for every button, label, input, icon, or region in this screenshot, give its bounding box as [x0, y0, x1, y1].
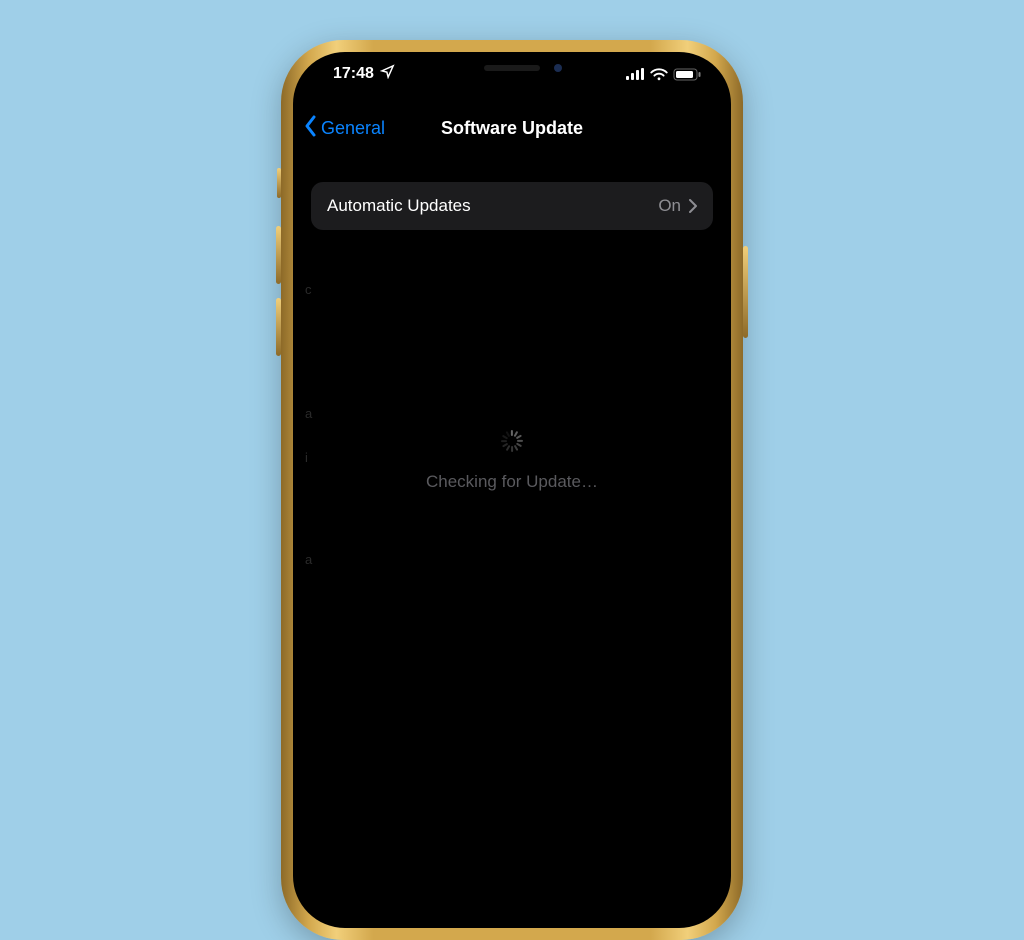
loading-indicator: Checking for Update… — [293, 430, 731, 492]
battery-icon — [673, 68, 701, 81]
mute-switch[interactable] — [277, 168, 281, 198]
decorative-artefact: a — [305, 406, 312, 421]
spinner-icon — [501, 430, 523, 452]
status-time: 17:48 — [333, 65, 374, 83]
cell-label: Automatic Updates — [327, 196, 471, 216]
content-area: Automatic Updates On — [293, 182, 731, 928]
location-arrow-icon — [380, 64, 395, 84]
front-camera — [554, 64, 562, 72]
decorative-artefact: i — [305, 450, 308, 465]
chevron-right-icon — [689, 199, 697, 213]
decorative-artefact: a — [305, 552, 312, 567]
speaker-grille — [484, 65, 540, 71]
back-label: General — [321, 118, 385, 139]
phone-frame: 17:48 — [281, 40, 743, 940]
power-button[interactable] — [743, 246, 748, 338]
nav-bar: General Software Update — [293, 106, 731, 150]
volume-up-button[interactable] — [276, 226, 281, 284]
automatic-updates-cell[interactable]: Automatic Updates On — [311, 182, 713, 230]
page-title: Software Update — [441, 118, 583, 139]
cell-value: On — [658, 196, 681, 216]
chevron-left-icon — [303, 115, 317, 142]
decorative-artefact: c — [305, 282, 312, 297]
back-button[interactable]: General — [303, 115, 385, 142]
notch — [406, 52, 618, 84]
screen: 17:48 — [293, 52, 731, 928]
wifi-icon — [650, 68, 668, 81]
loading-text: Checking for Update… — [426, 472, 598, 492]
volume-down-button[interactable] — [276, 298, 281, 356]
cellular-icon — [626, 68, 645, 80]
